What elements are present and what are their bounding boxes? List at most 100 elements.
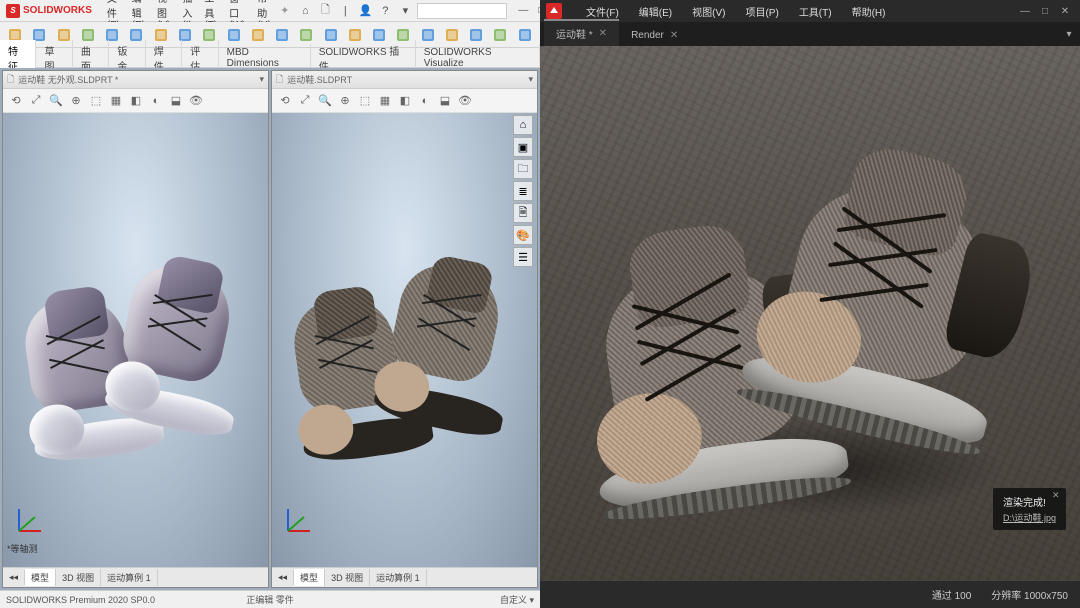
vis-menu-帮助(H)[interactable]: 帮助(H) (842, 0, 896, 23)
vis-menu-项目(P)[interactable]: 项目(P) (735, 0, 788, 23)
vis-menubar: 文件(F)编辑(E)视图(V)项目(P)工具(T)帮助(H) (576, 0, 1010, 23)
folder-icon[interactable]: 🗀 (513, 159, 533, 179)
status-resolution: 分辨率 1000x750 (991, 587, 1068, 602)
model-preview (16, 266, 256, 486)
vis-menu-视图(V)[interactable]: 视图(V) (682, 0, 735, 23)
viewport[interactable]: *等轴测 (3, 113, 268, 567)
maximize-button[interactable]: □ (1038, 4, 1052, 18)
minimize-button[interactable]: — (1018, 4, 1032, 18)
vis-logo-icon (544, 1, 564, 21)
status-center: 正编辑 零件 (246, 593, 294, 606)
doc-tab-0[interactable]: 模型 (25, 569, 56, 586)
sw-brand: SOLIDWORKS (23, 5, 92, 16)
view-tool-9[interactable]: 👁 (456, 92, 474, 110)
view-tool-7[interactable]: ◐ (416, 92, 434, 110)
feature-tool-20[interactable] (489, 24, 511, 46)
layers-icon[interactable]: ≣ (513, 181, 533, 201)
search-input[interactable] (417, 3, 507, 19)
doc-bottom-tabs: ◂◂模型3D 视图运动算例 1 (3, 567, 268, 587)
tab-nav-prev[interactable]: ◂◂ (3, 570, 25, 585)
view-tool-6[interactable]: ◧ (127, 92, 145, 110)
tab-label: 运动鞋 * (556, 26, 593, 41)
toast-title: 渲染完成! (1003, 494, 1056, 509)
tab-label: Render (631, 30, 664, 41)
new-doc-icon[interactable]: 🗋 (317, 3, 333, 19)
view-tool-1[interactable]: ⤢ (27, 92, 45, 110)
palette-icon[interactable]: 🎨 (513, 225, 533, 245)
vis-render-viewport[interactable]: ✕ 渲染完成! D:\运动鞋.jpg (540, 46, 1080, 580)
doc-close-icon[interactable]: ▾ (528, 74, 533, 85)
view-tool-3[interactable]: ⊕ (67, 92, 85, 110)
doc-tab-2[interactable]: 运动算例 1 (101, 569, 158, 586)
feature-tool-18[interactable] (441, 24, 463, 46)
view-tool-5[interactable]: ▦ (376, 92, 394, 110)
minimize-button[interactable]: — (517, 5, 529, 17)
sw-quick-access: ⌂ 🗋 | 👤 ? ▾ (293, 3, 511, 19)
view-tool-8[interactable]: ⬓ (436, 92, 454, 110)
view-tool-9[interactable]: 👁 (187, 92, 205, 110)
vis-doc-tab-0[interactable]: 运动鞋 * ✕ (544, 19, 619, 46)
view-tool-6[interactable]: ◧ (396, 92, 414, 110)
doc-tab-1[interactable]: 3D 视图 (325, 569, 370, 586)
view-tool-7[interactable]: ◐ (147, 92, 165, 110)
toast-close-icon[interactable]: ✕ (1052, 490, 1062, 500)
doc-close-icon[interactable]: ▾ (259, 74, 264, 85)
feature-tool-9[interactable] (222, 24, 244, 46)
tab-close-icon[interactable]: ✕ (670, 30, 678, 41)
feature-tool-17[interactable] (417, 24, 439, 46)
model-preview (285, 266, 525, 486)
vis-menu-编辑(E)[interactable]: 编辑(E) (629, 0, 682, 23)
feature-tool-21[interactable] (514, 24, 536, 46)
viewport[interactable]: ⌂▣🗀≣🗎🎨☰ (272, 113, 537, 567)
note-icon[interactable]: 🗎 (513, 203, 533, 223)
home-icon[interactable]: ⌂ (297, 3, 313, 19)
vis-titlebar: 文件(F)编辑(E)视图(V)项目(P)工具(T)帮助(H) — □ ✕ (540, 0, 1080, 22)
vis-doc-tab-1[interactable]: Render ✕ (619, 25, 690, 46)
doc-icon: 🗋 (7, 72, 14, 88)
user-icon[interactable]: 👤 (357, 3, 373, 19)
feature-tool-10[interactable] (247, 24, 269, 46)
tab-nav-prev[interactable]: ◂◂ (272, 570, 294, 585)
feature-tool-19[interactable] (465, 24, 487, 46)
cube-icon[interactable]: ▣ (513, 137, 533, 157)
status-left: SOLIDWORKS Premium 2020 SP0.0 (6, 595, 155, 605)
doc-titlebar: 🗋 运动鞋 无外观.SLDPRT * ▾ (3, 71, 268, 89)
feature-tool-11[interactable] (271, 24, 293, 46)
tabstrip-dropdown-icon[interactable]: ▾ (1062, 27, 1076, 41)
help-icon[interactable]: ? (377, 3, 393, 19)
sw-logo: S SOLIDWORKS (0, 4, 98, 18)
doc-tab-1[interactable]: 3D 视图 (56, 569, 101, 586)
dropdown-icon[interactable]: ▾ (397, 3, 413, 19)
toast-path[interactable]: D:\运动鞋.jpg (1003, 511, 1056, 524)
view-tool-3[interactable]: ⊕ (336, 92, 354, 110)
solidworks-window: S SOLIDWORKS 文件(F)编辑(E)视图(V)插入(I)工具(T)窗口… (0, 0, 540, 608)
home-icon[interactable]: ⌂ (513, 115, 533, 135)
close-button[interactable]: ✕ (1058, 4, 1072, 18)
list-icon[interactable]: ☰ (513, 247, 533, 267)
doc-tab-2[interactable]: 运动算例 1 (370, 569, 427, 586)
doc-bottom-tabs: ◂◂模型3D 视图运动算例 1 (272, 567, 537, 587)
tab-close-icon[interactable]: ✕ (599, 28, 607, 39)
view-tool-1[interactable]: ⤢ (296, 92, 314, 110)
doc-tab-0[interactable]: 模型 (294, 569, 325, 586)
view-tool-2[interactable]: 🔍 (316, 92, 334, 110)
view-tool-2[interactable]: 🔍 (47, 92, 65, 110)
view-tool-4[interactable]: ⬚ (87, 92, 105, 110)
view-tool-0[interactable]: ⟲ (7, 92, 25, 110)
sw-logo-icon: S (6, 4, 20, 18)
triad-icon (13, 503, 47, 537)
doc-title: 运动鞋 无外观.SLDPRT * (18, 73, 118, 86)
orientation-label: *等轴测 (7, 542, 38, 555)
status-right[interactable]: 自定义 ▾ (500, 593, 534, 606)
view-tool-5[interactable]: ▦ (107, 92, 125, 110)
side-toolbar: ⌂▣🗀≣🗎🎨☰ (513, 115, 535, 267)
triad-icon (282, 503, 316, 537)
separator-icon: | (337, 3, 353, 19)
view-tool-8[interactable]: ⬓ (167, 92, 185, 110)
view-tool-4[interactable]: ⬚ (356, 92, 374, 110)
doc-titlebar: 🗋运动鞋.SLDPRT▾ (272, 71, 537, 89)
view-toolbar: ⟲⤢🔍⊕⬚▦◧◐⬓👁 (3, 89, 268, 113)
doc-icon: 🗋 (276, 72, 283, 88)
view-tool-0[interactable]: ⟲ (276, 92, 294, 110)
vis-menu-工具(T)[interactable]: 工具(T) (789, 0, 842, 23)
